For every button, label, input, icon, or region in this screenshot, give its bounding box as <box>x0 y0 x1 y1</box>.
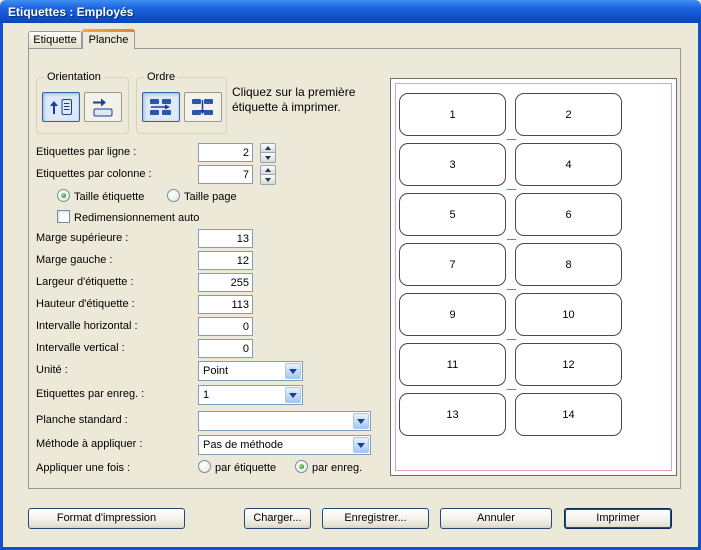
per-line-spinner <box>260 143 276 163</box>
preview-label-1[interactable]: 1 <box>399 93 506 136</box>
intervalle-horizontal-input[interactable] <box>198 317 253 336</box>
imprimer-button[interactable]: Imprimer <box>564 508 672 529</box>
radio-taille-etiquette[interactable] <box>57 189 70 202</box>
methode-combobox[interactable]: Pas de méthode <box>198 435 371 455</box>
methode-value: Pas de méthode <box>203 439 283 452</box>
unite-value: Point <box>203 365 228 378</box>
planche-standard-label: Planche standard : <box>36 414 128 427</box>
tab-etiquette[interactable]: Etiquette <box>28 31 82 48</box>
dropdown-button[interactable] <box>285 387 301 403</box>
orientation-portrait-icon <box>48 97 74 117</box>
intervalle-vertical-input[interactable] <box>198 339 253 358</box>
largeur-etiquette-label: Largeur d'étiquette : <box>36 276 134 289</box>
per-column-input[interactable] <box>198 165 253 184</box>
charger-button[interactable]: Charger... <box>244 508 311 529</box>
preview-label-2[interactable]: 2 <box>515 93 622 136</box>
marge-gauche-input[interactable] <box>198 251 253 270</box>
radio-taille-page[interactable] <box>167 189 180 202</box>
cut-mark <box>507 139 516 140</box>
dialog-etiquettes: Etiquettes : Employés Etiquette Planche … <box>0 0 701 550</box>
radio-par-enreg[interactable] <box>295 460 308 473</box>
etiquettes-par-enreg-combobox[interactable]: 1 <box>198 385 303 405</box>
preview-label-7[interactable]: 7 <box>399 243 506 286</box>
appliquer-une-fois-label: Appliquer une fois : <box>36 462 130 475</box>
intervalle-vertical-label: Intervalle vertical : <box>36 342 125 355</box>
preview-label-4[interactable]: 4 <box>515 143 622 186</box>
ordre-vertical-button[interactable] <box>184 92 222 122</box>
chevron-down-icon <box>289 393 297 398</box>
spin-up-button[interactable] <box>260 143 276 153</box>
marge-superieure-input[interactable] <box>198 229 253 248</box>
annuler-button[interactable]: Annuler <box>440 508 552 529</box>
enregistrer-button[interactable]: Enregistrer... <box>322 508 429 529</box>
preview-label-13[interactable]: 13 <box>399 393 506 436</box>
par-enreg-label: par enreg. <box>312 462 362 475</box>
format-impression-button[interactable]: Format d'impression <box>28 508 185 529</box>
planche-standard-combobox[interactable] <box>198 411 371 431</box>
per-line-input[interactable] <box>198 143 253 162</box>
per-column-label: Etiquettes par colonne : <box>36 168 152 181</box>
cut-mark <box>507 339 516 340</box>
marge-superieure-label: Marge supérieure : <box>36 232 128 245</box>
ordre-horizontal-button[interactable] <box>142 92 180 122</box>
preview-sheet[interactable]: 1234567891011121314 <box>390 78 677 476</box>
arrow-down-icon <box>265 178 271 182</box>
checkbox-redimensionnement-auto[interactable] <box>57 210 70 223</box>
taille-etiquette-label: Taille étiquette <box>74 191 144 204</box>
window-title: Etiquettes : Employés <box>8 5 133 19</box>
spin-down-button[interactable] <box>260 175 276 185</box>
dropdown-button[interactable] <box>353 413 369 429</box>
methode-label: Méthode à appliquer : <box>36 438 142 451</box>
preview-label-11[interactable]: 11 <box>399 343 506 386</box>
cut-mark <box>507 289 516 290</box>
per-column-spinner <box>260 165 276 185</box>
orientation-portrait-button[interactable] <box>42 92 80 122</box>
ordre-horizontal-icon <box>148 97 174 117</box>
marge-gauche-label: Marge gauche : <box>36 254 112 267</box>
preview-label-5[interactable]: 5 <box>399 193 506 236</box>
largeur-etiquette-input[interactable] <box>198 273 253 292</box>
preview-label-9[interactable]: 9 <box>399 293 506 336</box>
preview-label-10[interactable]: 10 <box>515 293 622 336</box>
unite-combobox[interactable]: Point <box>198 361 303 381</box>
titlebar[interactable]: Etiquettes : Employés <box>0 0 701 23</box>
cut-mark <box>507 389 516 390</box>
par-etiquette-label: par étiquette <box>215 462 276 475</box>
orientation-group-label: Orientation <box>44 71 104 84</box>
chevron-down-icon <box>357 419 365 424</box>
dropdown-button[interactable] <box>285 363 301 379</box>
preview-label-8[interactable]: 8 <box>515 243 622 286</box>
etiquettes-par-enreg-value: 1 <box>203 389 209 402</box>
radio-par-etiquette[interactable] <box>198 460 211 473</box>
ordre-group-label: Ordre <box>144 71 178 84</box>
hauteur-etiquette-label: Hauteur d'étiquette : <box>36 298 135 311</box>
spin-up-button[interactable] <box>260 165 276 175</box>
cut-mark <box>507 239 516 240</box>
cut-mark <box>507 189 516 190</box>
orientation-landscape-icon <box>90 97 116 117</box>
tab-planche[interactable]: Planche <box>82 29 135 49</box>
spin-down-button[interactable] <box>260 153 276 163</box>
arrow-up-icon <box>265 146 271 150</box>
orientation-landscape-button[interactable] <box>84 92 122 122</box>
preview-label-3[interactable]: 3 <box>399 143 506 186</box>
hauteur-etiquette-input[interactable] <box>198 295 253 314</box>
redimensionnement-auto-label: Redimensionnement auto <box>74 212 199 225</box>
preview-label-14[interactable]: 14 <box>515 393 622 436</box>
preview-label-12[interactable]: 12 <box>515 343 622 386</box>
arrow-up-icon <box>265 168 271 172</box>
ordre-vertical-icon <box>190 97 216 117</box>
intervalle-horizontal-label: Intervalle horizontal : <box>36 320 138 333</box>
unite-label: Unité : <box>36 364 68 377</box>
etiquettes-par-enreg-label: Etiquettes par enreg. : <box>36 388 144 401</box>
chevron-down-icon <box>289 369 297 374</box>
instruction-text: Cliquez sur la première étiquette à impr… <box>232 85 394 115</box>
dropdown-button[interactable] <box>353 437 369 453</box>
arrow-down-icon <box>265 156 271 160</box>
window-frame-left <box>0 23 3 550</box>
taille-page-label: Taille page <box>184 191 237 204</box>
preview-label-6[interactable]: 6 <box>515 193 622 236</box>
per-line-label: Etiquettes par ligne : <box>36 146 136 159</box>
chevron-down-icon <box>357 443 365 448</box>
